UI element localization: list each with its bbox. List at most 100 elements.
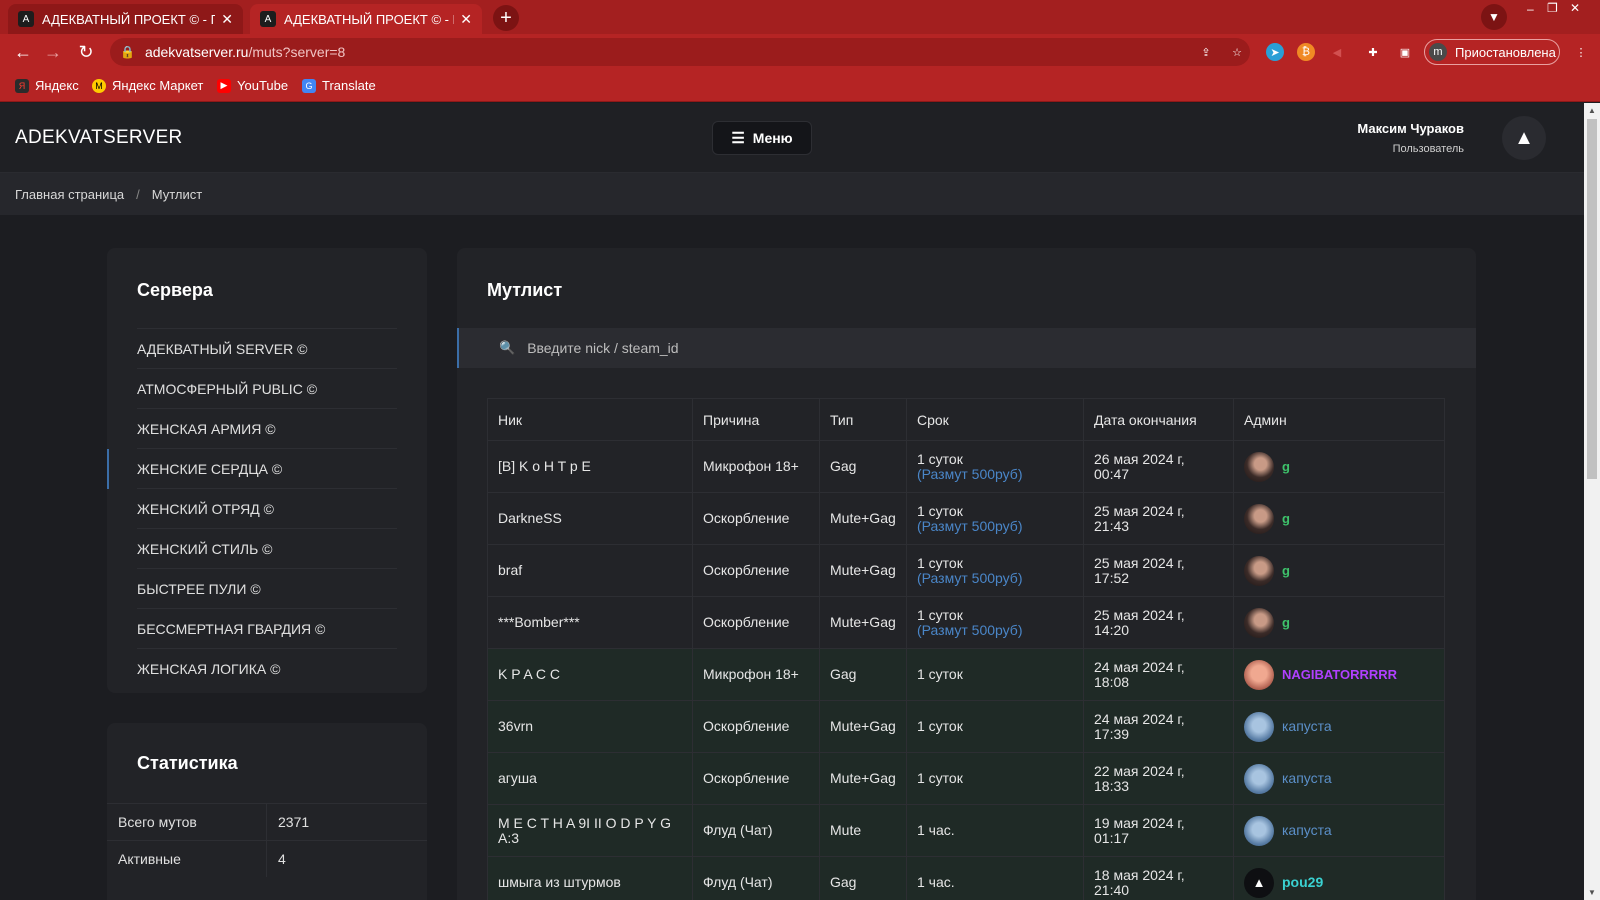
side-panel-icon[interactable]: ▣	[1396, 43, 1414, 61]
server-item[interactable]: ЖЕНСКАЯ ЛОГИКА ©	[137, 648, 397, 688]
term-text: 1 суток	[917, 554, 963, 571]
scrollbar-thumb[interactable]	[1587, 119, 1597, 479]
bookmark-youtube[interactable]: ▶ YouTube	[217, 78, 288, 93]
table-row-active[interactable]: K P A C C Микрофон 18+ Gag 1 суток 24 ма…	[487, 648, 1445, 701]
admin-cell: g	[1233, 596, 1445, 649]
extensions-puzzle-icon[interactable]: ✚	[1364, 43, 1382, 61]
column-header[interactable]: Срок	[906, 398, 1084, 441]
unmute-price[interactable]: (Размут 500руб)	[917, 622, 1083, 638]
bookmark-yandex[interactable]: Я Яндекс	[15, 78, 79, 93]
bookmark-star-icon[interactable]: ☆	[1228, 43, 1246, 61]
user-avatar[interactable]: ▲	[1502, 116, 1546, 160]
servers-title: Сервера	[137, 280, 213, 300]
menu-button[interactable]: ☰ Меню	[712, 121, 812, 155]
date-cell: 26 мая 2024 г, 00:47	[1083, 440, 1234, 493]
unmute-price[interactable]: (Размут 500руб)	[917, 570, 1083, 586]
scroll-up-icon[interactable]: ▲	[1584, 106, 1600, 115]
telegram-extension-icon[interactable]: ➤	[1266, 43, 1284, 61]
tab-search-button[interactable]: ▼	[1481, 4, 1507, 30]
close-tab-icon[interactable]: ✕	[221, 11, 233, 28]
page-scrollbar[interactable]: ▲ ▼	[1584, 103, 1600, 900]
minimize-icon[interactable]: –	[1527, 2, 1534, 16]
reason-cell: Микрофон 18+	[692, 648, 820, 701]
site-brand[interactable]: ADEKVATSERVER	[15, 127, 183, 149]
server-item[interactable]: ЖЕНСКИЙ ОТРЯД ©	[137, 488, 397, 528]
close-window-icon[interactable]: ✕	[1570, 1, 1580, 15]
column-header[interactable]: Дата окончания	[1083, 398, 1234, 441]
server-item[interactable]: БЕССМЕРТНАЯ ГВАРДИЯ ©	[137, 608, 397, 648]
extension-icon[interactable]: ◀	[1328, 43, 1346, 61]
admin-avatar[interactable]: ▲	[1244, 867, 1274, 898]
table-row-active[interactable]: агуша Оскорбление Mute+Gag 1 суток 22 ма…	[487, 752, 1445, 805]
admin-avatar[interactable]	[1244, 451, 1274, 482]
admin-name[interactable]: g	[1282, 563, 1290, 578]
profile-button[interactable]: m Приостановлена	[1424, 39, 1560, 65]
address-bar[interactable]: 🔒 adekvatserver.ru/muts?server=8	[110, 38, 1250, 66]
server-item[interactable]: ЖЕНСКАЯ АРМИЯ ©	[137, 408, 397, 448]
table-row-active[interactable]: 36vrn Оскорбление Mute+Gag 1 суток 24 ма…	[487, 700, 1445, 753]
reason-cell: Флуд (Чат)	[692, 856, 820, 900]
browser-tab-mutlist[interactable]: A АДЕКВАТНЫЙ ПРОЕКТ © - Мутлист ✕	[250, 4, 482, 34]
admin-avatar[interactable]	[1244, 815, 1274, 846]
admin-avatar[interactable]	[1244, 607, 1274, 638]
search-input[interactable]: 🔍 Введите nick / steam_id	[457, 328, 1476, 368]
admin-avatar[interactable]	[1244, 763, 1274, 794]
new-tab-button[interactable]: +	[493, 5, 519, 31]
table-row[interactable]: braf Оскорбление Mute+Gag 1 суток (Размут…	[487, 544, 1445, 597]
breadcrumb-home[interactable]: Главная страница	[15, 187, 124, 202]
scroll-down-icon[interactable]: ▼	[1584, 888, 1600, 897]
admin-avatar[interactable]	[1244, 555, 1274, 586]
admin-name[interactable]: капуста	[1282, 719, 1332, 734]
column-header[interactable]: Админ	[1233, 398, 1445, 441]
server-item[interactable]: БЫСТРЕЕ ПУЛИ ©	[137, 568, 397, 608]
bookmark-translate[interactable]: G Translate	[302, 78, 376, 93]
page-viewport: ADEKVATSERVER ☰ Меню Максим Чураков Поль…	[0, 103, 1584, 900]
tab-title: АДЕКВАТНЫЙ ПРОЕКТ © - Главная	[42, 11, 216, 27]
reason-cell: Флуд (Чат)	[692, 804, 820, 857]
back-icon[interactable]: ←	[12, 42, 34, 63]
admin-name[interactable]: pou29	[1282, 875, 1323, 890]
server-item[interactable]: ЖЕНСКИЙ СТИЛЬ ©	[137, 528, 397, 568]
user-name[interactable]: Максим Чураков	[1357, 121, 1464, 136]
server-item[interactable]: АТМОСФЕРНЫЙ PUBLIC ©	[137, 368, 397, 408]
admin-avatar[interactable]	[1244, 711, 1274, 742]
admin-name[interactable]: NAGIBATORRRRR	[1282, 667, 1397, 682]
table-row-active[interactable]: M E C T H A 9I II O D P Y G A:3 Флуд (Ча…	[487, 804, 1445, 857]
term-cell: 1 суток (Размут 500руб)	[906, 596, 1084, 649]
unmute-price[interactable]: (Размут 500руб)	[917, 518, 1083, 534]
reason-cell: Оскорбление	[692, 596, 820, 649]
admin-avatar[interactable]	[1244, 659, 1274, 690]
server-label: БЕССМЕРТНАЯ ГВАРДИЯ ©	[137, 620, 326, 637]
nick-cell: [B] K o H T p E	[487, 440, 693, 493]
column-header[interactable]: Причина	[692, 398, 820, 441]
server-item-active[interactable]: ЖЕНСКИЕ СЕРДЦА ©	[107, 448, 397, 489]
server-item[interactable]: АДЕКВАТНЫЙ SERVER ©	[137, 328, 397, 368]
admin-name[interactable]: g	[1282, 511, 1290, 526]
unmute-price[interactable]: (Размут 500руб)	[917, 466, 1083, 482]
bookmark-yandex-market[interactable]: М Яндекс Маркет	[92, 78, 203, 93]
restore-icon[interactable]: ❐	[1547, 1, 1558, 15]
table-row[interactable]: [B] K o H T p E Микрофон 18+ Gag 1 суток…	[487, 440, 1445, 493]
share-icon[interactable]: ⇪	[1197, 43, 1215, 61]
table-row-active[interactable]: шмыга из штурмов Флуд (Чат) Gag 1 час. 1…	[487, 856, 1445, 900]
column-header[interactable]: Тип	[819, 398, 907, 441]
bitcoin-extension-icon[interactable]: ₿	[1297, 43, 1315, 61]
table-row[interactable]: DarkneSS Оскорбление Mute+Gag 1 суток (Ра…	[487, 492, 1445, 545]
time-line: 21:43	[1094, 517, 1130, 534]
table-row[interactable]: ***Bomber*** Оскорбление Mute+Gag 1 суто…	[487, 596, 1445, 649]
admin-name[interactable]: капуста	[1282, 823, 1332, 838]
stats-title: Статистика	[137, 753, 238, 773]
server-label: ЖЕНСКАЯ АРМИЯ ©	[137, 420, 276, 437]
admin-avatar[interactable]	[1244, 503, 1274, 534]
close-tab-icon[interactable]: ✕	[460, 11, 472, 28]
reason-cell: Оскорбление	[692, 544, 820, 597]
kebab-menu-icon[interactable]: ⋮	[1572, 43, 1590, 61]
reload-icon[interactable]: ↻	[75, 42, 97, 63]
admin-name[interactable]: g	[1282, 459, 1290, 474]
browser-tab-home[interactable]: A АДЕКВАТНЫЙ ПРОЕКТ © - Главная ✕	[8, 4, 243, 34]
forward-icon[interactable]: →	[42, 42, 64, 63]
browser-toolbar: ← → ↻ 🔒 adekvatserver.ru/muts?server=8 ⇪…	[0, 34, 1600, 70]
column-header[interactable]: Ник	[487, 398, 693, 441]
admin-name[interactable]: g	[1282, 615, 1290, 630]
admin-name[interactable]: капуста	[1282, 771, 1332, 786]
